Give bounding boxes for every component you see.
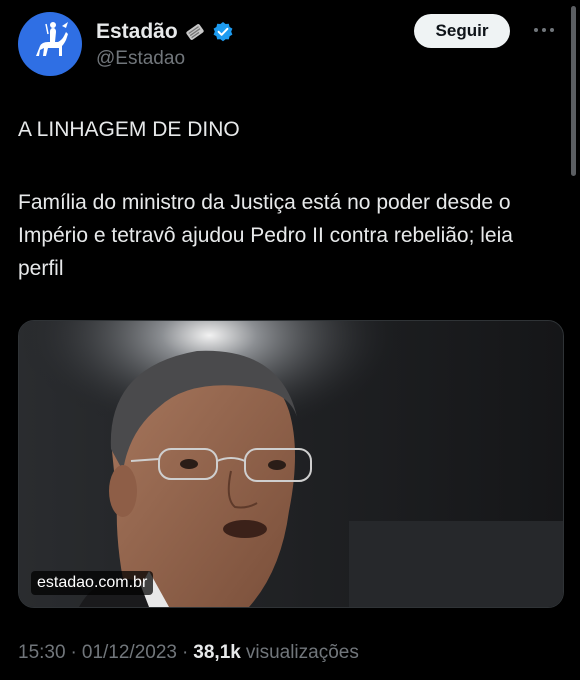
handle[interactable]: @Estadao: [96, 48, 234, 70]
display-name[interactable]: Estadão: [96, 20, 178, 44]
tweet-body: Família do ministro da Justiça está no p…: [18, 191, 513, 280]
horseman-logo-icon: [36, 22, 68, 56]
avatar[interactable]: [18, 12, 82, 76]
separator: ·: [70, 642, 77, 663]
newspaper-icon: [184, 21, 206, 43]
follow-button[interactable]: Seguir: [414, 14, 510, 48]
views-count[interactable]: 38,1k: [193, 642, 241, 664]
media-photo: [19, 321, 563, 607]
tweet-media[interactable]: estadao.com.br: [18, 320, 564, 608]
separator: ·: [181, 642, 189, 663]
tweet-time[interactable]: 15:30: [18, 642, 66, 664]
tweet-header: Estadão @Estadao Seguir: [18, 12, 566, 80]
account-names: Estadão @Estadao: [96, 18, 234, 70]
tweet-meta: 15:30 · 01/12/2023 · 38,1k visualizações: [18, 642, 359, 664]
more-icon[interactable]: [530, 20, 558, 40]
verified-icon[interactable]: [212, 21, 234, 43]
media-domain-badge: estadao.com.br: [31, 571, 154, 595]
scrollbar[interactable]: [571, 6, 576, 176]
tweet-headline: A LINHAGEM DE DINO: [18, 118, 240, 141]
tweet-date[interactable]: 01/12/2023: [82, 642, 177, 664]
views-label: visualizações: [245, 642, 359, 663]
